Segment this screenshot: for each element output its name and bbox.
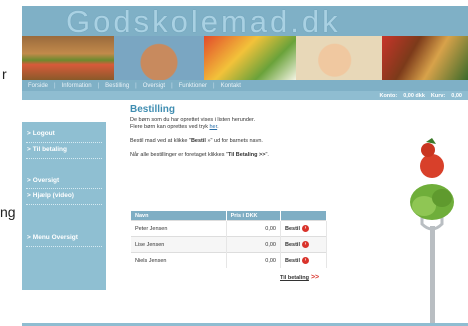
column-header-navn: Navn <box>131 211 227 221</box>
nav-separator: | <box>97 82 100 89</box>
tomato-shape <box>420 154 444 178</box>
arrow-circle-icon: › <box>301 225 309 232</box>
page-title: Bestilling <box>130 104 176 115</box>
table-row: Lise Jensen 0,00 Bestil › <box>131 236 327 253</box>
account-bar: Konto: 0,00 dkk Kurv: 0,00 <box>22 91 468 100</box>
child-name: Peter Jensen <box>131 220 227 237</box>
sidebar-item-label: Logout <box>32 130 55 137</box>
divider <box>26 158 102 159</box>
arrow-right-icon: > <box>27 177 31 184</box>
pizza-photo <box>382 36 468 80</box>
bestil-button[interactable]: Bestil › <box>280 252 327 268</box>
sidebar-item-menu-oversigt[interactable]: > Menu Oversigt <box>27 234 78 241</box>
arrow-right-icon: > <box>27 130 31 137</box>
text-fragment: . <box>217 124 219 130</box>
sidebar-item-til-betaling[interactable]: > Til betaling <box>27 146 67 153</box>
girl-photo <box>296 36 382 80</box>
double-arrow-icon: >> <box>310 274 320 281</box>
divider <box>26 142 102 143</box>
nav-separator: | <box>54 82 56 89</box>
sidebar-item-logout[interactable]: > Logout <box>27 130 55 137</box>
account-summary: Konto: 0,00 dkk Kurv: 0,00 <box>379 91 468 100</box>
child-price: 0,00 <box>226 236 282 253</box>
table-row: Peter Jensen 0,00 Bestil › <box>131 220 327 237</box>
column-header-action <box>280 211 327 221</box>
child-price: 0,00 <box>226 220 282 237</box>
table-row: Niels Jensen 0,00 Bestil › <box>131 252 327 268</box>
instruction-text: Bestil mad ved at klikke "Bestil »" ud f… <box>130 138 360 145</box>
bold-text: Til Betaling >> <box>227 152 266 158</box>
bestil-button[interactable]: Bestil › <box>280 220 327 237</box>
site-logo[interactable]: Godskolemad.dk <box>66 4 341 40</box>
bestil-label: Bestil <box>285 241 300 248</box>
child-photo <box>114 36 204 80</box>
vegetables-photo <box>204 36 296 80</box>
bestil-label: Bestil <box>285 257 300 264</box>
nav-funktioner[interactable]: Funktioner <box>179 83 207 89</box>
kurv-value: 0,00 <box>451 92 462 99</box>
create-child-link[interactable]: her <box>209 124 217 130</box>
child-name: Niels Jensen <box>131 252 227 268</box>
nav-bestilling[interactable]: Bestilling <box>105 83 129 89</box>
til-betaling-link[interactable]: Til betaling >> <box>280 274 319 281</box>
arrow-circle-icon: › <box>301 257 309 264</box>
sidebar-item-label: Hjælp (video) <box>32 192 74 199</box>
nav-information[interactable]: Information <box>62 83 92 89</box>
arrow-right-icon: > <box>27 234 31 241</box>
table-header-row: Navn Pris i DKK <box>131 211 327 221</box>
sidebar-item-label: Til betaling <box>32 146 67 153</box>
bold-text: Bestil <box>190 138 206 144</box>
text-fragment: Bestil mad ved at klikke " <box>130 138 191 144</box>
arrow-right-icon: > <box>27 192 31 199</box>
divider <box>26 204 102 205</box>
sandwich-photo <box>22 36 114 80</box>
kurv-label: Kurv: <box>430 92 446 99</box>
nav-oversigt[interactable]: Oversigt <box>143 83 165 89</box>
sidebar-item-label: Oversigt <box>32 177 60 184</box>
child-name: Lise Jensen <box>131 236 227 253</box>
nav-forside[interactable]: Forside <box>28 83 48 89</box>
intro-text: De børn som du har oprettet vises i list… <box>130 117 256 123</box>
konto-label: Konto: <box>379 92 398 99</box>
nav-separator: | <box>135 82 137 89</box>
sidebar-item-hjaelp-video[interactable]: > Hjælp (video) <box>27 192 74 199</box>
nav-separator: | <box>213 82 215 89</box>
tomato-shape <box>421 143 435 157</box>
arrow-right-icon: > <box>27 146 31 153</box>
text-fragment: ". <box>265 152 269 158</box>
instruction-text: Når alle bestillinger er foretaget klikk… <box>130 152 360 159</box>
nav-separator: | <box>171 82 173 89</box>
arrow-circle-icon: › <box>301 241 309 248</box>
lettuce-shape <box>432 189 452 207</box>
vegetable-fork-illustration <box>410 138 454 323</box>
text-fragment: »" ud for barnets navn. <box>205 138 263 144</box>
text-fragment: Flere børn kan oprettes ved tryk <box>130 124 210 130</box>
sidebar-item-label: Menu Oversigt <box>32 234 78 241</box>
sidebar: > Logout > Til betaling > Oversigt > Hjælp (… <box>22 122 106 290</box>
sidebar-item-oversigt[interactable]: > Oversigt <box>27 177 59 184</box>
intro-text: Flere børn kan oprettes ved tryk her. <box>130 124 360 131</box>
til-betaling-label: Til betaling <box>280 275 309 281</box>
left-edge-text: r <box>2 66 7 82</box>
text-fragment: Når alle bestillinger er foretaget klikk… <box>130 152 228 158</box>
divider <box>26 188 102 189</box>
website-page: Godskolemad.dk Forside | Information | B… <box>22 4 468 326</box>
fork-handle <box>430 226 435 323</box>
konto-value: 0,00 dkk <box>403 92 425 99</box>
divider <box>26 246 102 247</box>
column-header-pris: Pris i DKK <box>226 211 282 221</box>
top-navigation: Forside | Information | Bestilling | Ove… <box>22 80 468 91</box>
bestil-label: Bestil <box>285 225 300 232</box>
child-price: 0,00 <box>226 252 282 268</box>
main-content: Bestilling De børn som du har oprettet v… <box>130 104 360 159</box>
header-banner: Godskolemad.dk <box>22 4 468 39</box>
left-edge-text: ng <box>0 204 16 220</box>
children-table: Navn Pris i DKK Peter Jensen 0,00 Bestil… <box>131 211 327 268</box>
bestil-button[interactable]: Bestil › <box>280 236 327 253</box>
nav-kontakt[interactable]: Kontakt <box>221 83 241 89</box>
header-photo-strip <box>22 36 468 80</box>
